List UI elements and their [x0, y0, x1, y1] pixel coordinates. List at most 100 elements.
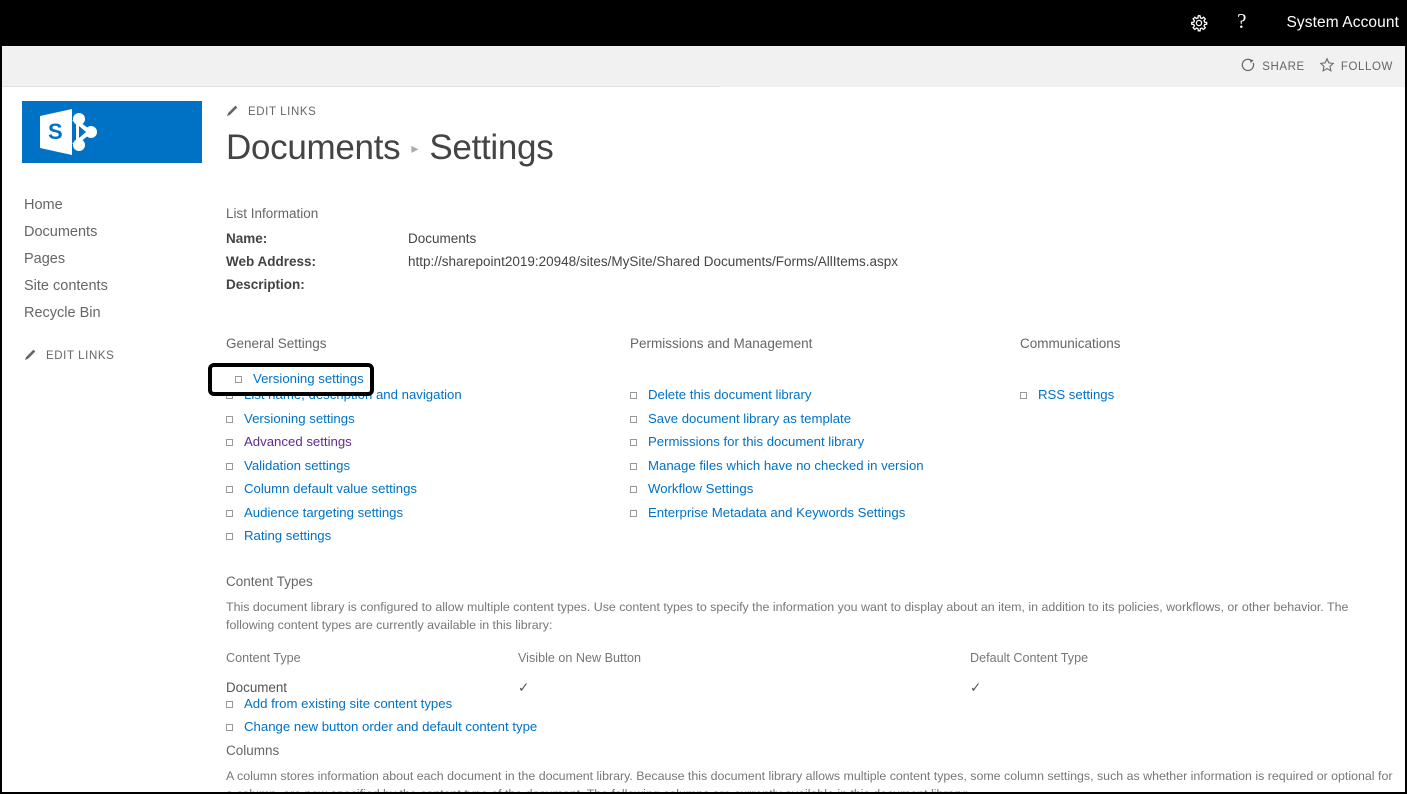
settings-gear-button[interactable]	[1175, 0, 1223, 46]
suite-bar: ? System Account	[2, 0, 1405, 46]
list-information-heading: List Information	[226, 206, 319, 221]
link-permissions-for-this-document-library[interactable]: Permissions for this document library	[648, 434, 864, 449]
list-item: Workflow Settings	[630, 481, 1020, 497]
sidebar-edit-links-button[interactable]: EDIT LINKS	[24, 348, 204, 364]
header-edit-links-button[interactable]: EDIT LINKS	[226, 101, 1393, 123]
list-item: RSS settings	[1020, 387, 1340, 403]
sidebar-item-documents[interactable]: Documents	[24, 219, 204, 246]
cell-default-content-type-check-icon: ✓	[970, 679, 982, 695]
link-versioning-settings[interactable]: Versioning settings	[244, 411, 355, 426]
list-item: Manage files which have no checked in ve…	[630, 458, 1020, 474]
table-header-row: Content Type Visible on New Button Defau…	[226, 651, 1226, 680]
link-validation-settings[interactable]: Validation settings	[244, 458, 350, 473]
list-item: Advanced settings	[226, 434, 630, 450]
share-label: SHARE	[1262, 60, 1305, 73]
link-column-default-value-settings[interactable]: Column default value settings	[244, 481, 417, 496]
general-settings-title: General Settings	[226, 336, 327, 351]
list-information-table: Name: Documents Web Address: http://shar…	[226, 230, 898, 299]
link-add-from-existing-site-content-types[interactable]: Add from existing site content types	[244, 696, 452, 711]
info-value-description	[408, 276, 898, 299]
content-types-heading: Content Types	[226, 573, 313, 589]
list-item: Rating settings	[226, 528, 630, 544]
col-header-content-type: Content Type	[226, 650, 301, 665]
list-item: Save document library as template	[630, 411, 1020, 427]
list-item: Change new button order and default cont…	[226, 719, 1393, 735]
columns-description: A column stores information about each d…	[226, 768, 1393, 794]
list-item: Column default value settings	[226, 481, 630, 497]
list-item: Versioning settings	[226, 411, 630, 427]
link-advanced-settings[interactable]: Advanced settings	[244, 434, 352, 449]
link-audience-targeting-settings[interactable]: Audience targeting settings	[244, 505, 403, 520]
info-label-web-address: Web Address:	[226, 254, 317, 269]
svg-text:S: S	[48, 119, 63, 144]
list-item: Permissions for this document library	[630, 434, 1020, 450]
page-title[interactable]: Documents	[226, 128, 401, 168]
link-delete-this-document-library[interactable]: Delete this document library	[648, 387, 811, 402]
question-mark-icon: ?	[1237, 9, 1247, 33]
table-row: Document ✓ ✓	[226, 680, 1226, 696]
follow-label: FOLLOW	[1340, 60, 1393, 73]
breadcrumb-separator-icon: ▸	[411, 140, 419, 156]
share-button[interactable]: SHARE	[1234, 58, 1312, 76]
permissions-management-links: Delete this document library Save docume…	[630, 387, 1020, 521]
table-row: Web Address: http://sharepoint2019:20948…	[226, 253, 898, 276]
site-logo[interactable]: S	[22, 101, 202, 163]
general-settings-links: List name, description and navigation Ve…	[226, 387, 630, 544]
share-icon	[1241, 58, 1256, 76]
link-manage-files-no-checked-in-version[interactable]: Manage files which have no checked in ve…	[648, 458, 924, 473]
columns-section: Columns A column stores information abou…	[226, 742, 1393, 794]
permissions-management-column: Permissions and Management Delete this d…	[630, 336, 1020, 552]
page-action-bar: SHARE FOLLOW	[2, 46, 1405, 87]
page-subtitle: Settings	[429, 128, 554, 167]
pencil-icon	[24, 348, 37, 364]
permissions-management-title: Permissions and Management	[630, 336, 813, 351]
list-item: Delete this document library	[630, 387, 1020, 403]
star-icon	[1319, 57, 1335, 76]
settings-columns: General Settings List name, description …	[226, 336, 1393, 552]
sidebar-item-site-contents[interactable]: Site contents	[24, 273, 204, 300]
sharepoint-settings-page: ? System Account SHARE FOLLOW S Home Doc…	[0, 0, 1407, 794]
info-value-web-address: http://sharepoint2019:20948/sites/MySite…	[408, 254, 898, 269]
list-item: Audience targeting settings	[226, 505, 630, 521]
link-rating-settings[interactable]: Rating settings	[244, 528, 331, 543]
communications-column: Communications RSS settings	[1020, 336, 1340, 552]
content-types-links: Add from existing site content types Cha…	[226, 696, 1393, 736]
general-settings-column: General Settings List name, description …	[226, 336, 630, 552]
communications-title: Communications	[1020, 336, 1121, 351]
table-row: Name: Documents	[226, 230, 898, 253]
header-edit-links-label: EDIT LINKS	[248, 106, 317, 118]
left-navigation: Home Documents Pages Site contents Recyc…	[24, 192, 204, 364]
sidebar-edit-links-label: EDIT LINKS	[46, 350, 115, 362]
link-workflow-settings[interactable]: Workflow Settings	[648, 481, 753, 496]
follow-button[interactable]: FOLLOW	[1312, 57, 1405, 76]
link-change-new-button-order[interactable]: Change new button order and default cont…	[244, 719, 537, 734]
table-row: Description:	[226, 276, 898, 299]
link-rss-settings[interactable]: RSS settings	[1038, 387, 1114, 402]
user-account-name[interactable]: System Account	[1260, 14, 1405, 32]
columns-heading: Columns	[226, 742, 280, 758]
sidebar-item-home[interactable]: Home	[24, 192, 204, 219]
list-item: List name, description and navigation	[226, 387, 630, 403]
list-item: Enterprise Metadata and Keywords Setting…	[630, 505, 1020, 521]
sidebar-item-pages[interactable]: Pages	[24, 246, 204, 273]
cell-visible-on-new-check-icon: ✓	[518, 679, 530, 695]
ribbon-divider	[2, 86, 720, 87]
cell-content-type-name[interactable]: Document	[226, 680, 518, 696]
breadcrumb: Documents ▸ Settings	[226, 128, 1393, 168]
main-content: EDIT LINKS Documents ▸ Settings List Inf…	[226, 101, 1393, 794]
link-save-document-library-as-template[interactable]: Save document library as template	[648, 411, 851, 426]
communications-links: RSS settings	[1020, 387, 1340, 403]
col-header-visible-on-new-button: Visible on New Button	[518, 650, 641, 665]
list-item: Add from existing site content types	[226, 696, 1393, 712]
sidebar-item-recycle-bin[interactable]: Recycle Bin	[24, 300, 204, 327]
help-button[interactable]: ?	[1223, 0, 1260, 46]
content-types-table: Content Type Visible on New Button Defau…	[226, 651, 1226, 696]
content-types-section: Content Types This document library is c…	[226, 574, 1393, 736]
col-header-default-content-type: Default Content Type	[970, 650, 1089, 665]
versioning-settings-highlighted-link[interactable]: Versioning settings	[235, 371, 364, 387]
content-types-description: This document library is configured to a…	[226, 599, 1349, 632]
info-value-name: Documents	[408, 231, 477, 246]
info-label-name: Name:	[226, 231, 268, 246]
link-list-name-description-navigation[interactable]: List name, description and navigation	[244, 387, 462, 402]
link-enterprise-metadata-keywords-settings[interactable]: Enterprise Metadata and Keywords Setting…	[648, 505, 905, 520]
